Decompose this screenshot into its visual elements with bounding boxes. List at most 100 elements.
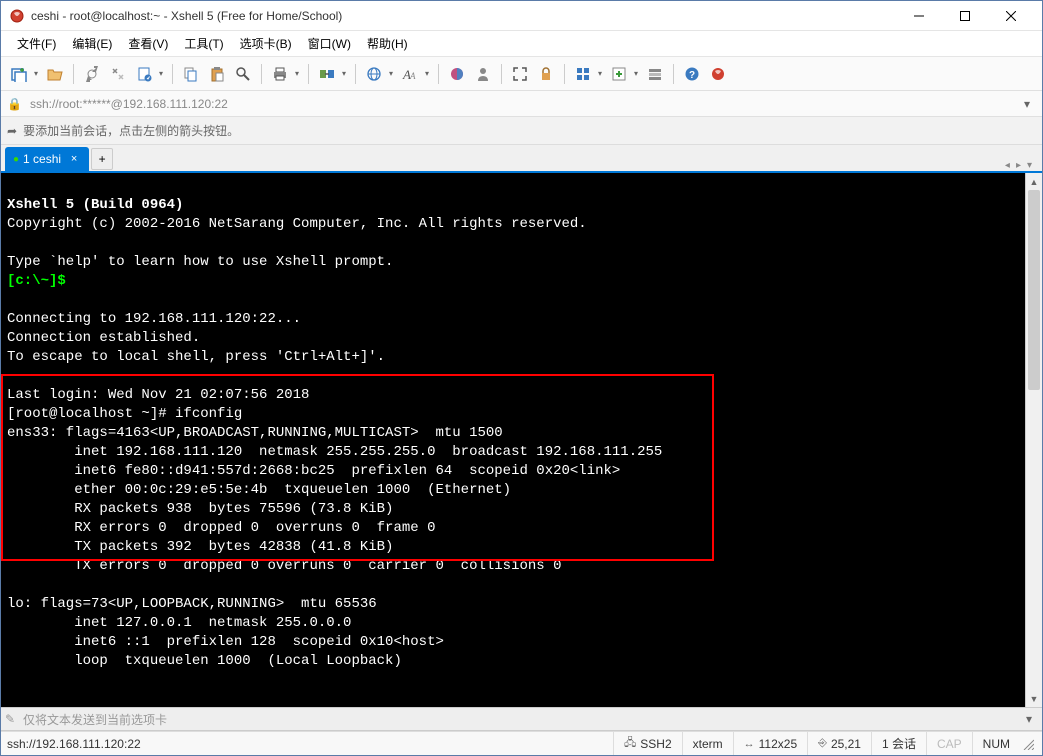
compose-icon: ✎: [5, 712, 23, 726]
terminal-prompt: [c:\~]$: [7, 273, 66, 289]
tile-icon[interactable]: [571, 62, 595, 86]
globe-dropdown-icon[interactable]: ▾: [386, 62, 396, 86]
hint-arrow-icon[interactable]: ➦: [7, 124, 17, 138]
terminal-line: TX packets 392 bytes 42838 (41.8 KiB): [7, 539, 393, 555]
close-button[interactable]: [988, 1, 1034, 31]
new-session-icon[interactable]: [7, 62, 31, 86]
terminal-line: Copyright (c) 2002-2016 NetSarang Comput…: [7, 216, 587, 232]
transfer-dropdown-icon[interactable]: ▾: [339, 62, 349, 86]
address-bar: 🔒 ssh://root:******@192.168.111.120:22 ▾: [1, 91, 1042, 117]
terminal-line: inet 127.0.0.1 netmask 255.0.0.0: [7, 615, 351, 631]
status-cursor-pos: ⎆25,21: [807, 732, 871, 755]
menu-bar: 文件(F) 编辑(E) 查看(V) 工具(T) 选项卡(B) 窗口(W) 帮助(…: [1, 31, 1042, 57]
compose-bar: ✎ 仅将文本发送到当前选项卡 ▾: [1, 707, 1042, 731]
scroll-down-icon[interactable]: ▼: [1026, 690, 1042, 707]
disconnect-icon[interactable]: [106, 62, 130, 86]
terminal-line: TX errors 0 dropped 0 overruns 0 carrier…: [7, 558, 562, 574]
tab-nav-arrows: ◂ ▸ ▾: [1005, 160, 1038, 171]
compose-input[interactable]: 仅将文本发送到当前选项卡: [23, 711, 1020, 728]
menu-window[interactable]: 窗口(W): [300, 32, 359, 55]
scroll-up-icon[interactable]: ▲: [1026, 173, 1042, 190]
tab-label: 1 ceshi: [23, 152, 61, 166]
status-size: ↔112x25: [733, 732, 807, 755]
resize-grip-icon[interactable]: [1020, 738, 1036, 750]
terminal-line: Xshell 5 (Build 0964): [7, 197, 183, 213]
menu-edit[interactable]: 编辑(E): [64, 32, 120, 55]
terminal-container: Xshell 5 (Build 0964) Copyright (c) 2002…: [1, 171, 1042, 707]
status-connection: ssh://192.168.111.120:22: [7, 737, 613, 751]
terminal-line: RX packets 938 bytes 75596 (73.8 KiB): [7, 501, 393, 517]
address-lock-icon: 🔒: [7, 97, 22, 111]
scroll-track[interactable]: [1026, 190, 1042, 690]
font-icon[interactable]: AA: [398, 62, 422, 86]
terminal-line: Connection established.: [7, 330, 200, 346]
terminal[interactable]: Xshell 5 (Build 0964) Copyright (c) 2002…: [1, 173, 1025, 707]
help-icon[interactable]: ?: [680, 62, 704, 86]
menu-tabs[interactable]: 选项卡(B): [232, 32, 300, 55]
title-bar: ceshi - root@localhost:~ - Xshell 5 (Fre…: [1, 1, 1042, 31]
maximize-button[interactable]: [942, 1, 988, 31]
tab-status-dot-icon: ●: [13, 154, 19, 165]
tab-close-icon[interactable]: ×: [67, 152, 81, 166]
fullscreen-icon[interactable]: [508, 62, 532, 86]
hint-bar: ➦ 要添加当前会话，点击左侧的箭头按钮。: [1, 117, 1042, 145]
size-icon: ↔: [744, 738, 755, 750]
svg-text:A: A: [409, 71, 416, 81]
properties-icon[interactable]: [132, 62, 156, 86]
terminal-line: RX errors 0 dropped 0 overruns 0 frame 0: [7, 520, 435, 536]
tab-next-icon[interactable]: ▸: [1016, 160, 1021, 171]
terminal-line: inet6 fe80::d941:557d:2668:bc25 prefixle…: [7, 463, 620, 479]
terminal-line: lo: flags=73<UP,LOOPBACK,RUNNING> mtu 65…: [7, 596, 377, 612]
print-icon[interactable]: [268, 62, 292, 86]
find-icon[interactable]: [231, 62, 255, 86]
scroll-thumb[interactable]: [1028, 190, 1040, 390]
lock-icon[interactable]: [534, 62, 558, 86]
add-tab-button[interactable]: +: [91, 148, 113, 170]
xshell-logo-icon[interactable]: [706, 62, 730, 86]
menu-tools[interactable]: 工具(T): [176, 32, 231, 55]
terminal-line: To escape to local shell, press 'Ctrl+Al…: [7, 349, 385, 365]
paste-icon[interactable]: [205, 62, 229, 86]
compose-dropdown-icon[interactable]: ▾: [1020, 712, 1038, 726]
script-icon[interactable]: [607, 62, 631, 86]
address-dropdown-icon[interactable]: ▾: [1018, 97, 1036, 111]
ssh-icon: 🖧: [624, 734, 636, 753]
copy-icon[interactable]: [179, 62, 203, 86]
vertical-scrollbar[interactable]: ▲ ▼: [1025, 173, 1042, 707]
status-num: NUM: [972, 732, 1020, 755]
tile-dropdown-icon[interactable]: ▾: [595, 62, 605, 86]
properties-dropdown-icon[interactable]: ▾: [156, 62, 166, 86]
minimize-button[interactable]: [896, 1, 942, 31]
color-scheme-icon[interactable]: [445, 62, 469, 86]
print-dropdown-icon[interactable]: ▾: [292, 62, 302, 86]
svg-text:?: ?: [689, 70, 695, 81]
compose-bar-icon[interactable]: [643, 62, 667, 86]
menu-help[interactable]: 帮助(H): [359, 32, 416, 55]
terminal-line: inet6 ::1 prefixlen 128 scopeid 0x10<hos…: [7, 634, 444, 650]
terminal-line: Last login: Wed Nov 21 02:07:56 2018: [7, 387, 309, 403]
user-key-icon[interactable]: [471, 62, 495, 86]
open-session-icon[interactable]: [43, 62, 67, 86]
transfer-icon[interactable]: [315, 62, 339, 86]
reconnect-icon[interactable]: [80, 62, 104, 86]
status-term: xterm: [682, 732, 733, 755]
app-icon: [9, 8, 25, 24]
hint-text: 要添加当前会话，点击左侧的箭头按钮。: [23, 122, 239, 139]
terminal-line: loop txqueuelen 1000 (Local Loopback): [7, 653, 402, 669]
status-ssh: 🖧SSH2: [613, 732, 682, 755]
terminal-line: ens33: flags=4163<UP,BROADCAST,RUNNING,M…: [7, 425, 503, 441]
cursor-icon: ⎆: [818, 737, 827, 750]
tab-prev-icon[interactable]: ◂: [1005, 160, 1010, 171]
tab-bar: ● 1 ceshi × + ◂ ▸ ▾: [1, 145, 1042, 171]
globe-icon[interactable]: [362, 62, 386, 86]
status-sessions: 1 会话: [871, 732, 926, 755]
address-text[interactable]: ssh://root:******@192.168.111.120:22: [26, 95, 1018, 113]
script-dropdown-icon[interactable]: ▾: [631, 62, 641, 86]
status-bar: ssh://192.168.111.120:22 🖧SSH2 xterm ↔11…: [1, 731, 1042, 755]
font-dropdown-icon[interactable]: ▾: [422, 62, 432, 86]
new-session-dropdown-icon[interactable]: ▾: [31, 62, 41, 86]
menu-file[interactable]: 文件(F): [9, 32, 64, 55]
session-tab[interactable]: ● 1 ceshi ×: [5, 147, 89, 171]
tab-list-icon[interactable]: ▾: [1027, 160, 1032, 171]
menu-view[interactable]: 查看(V): [120, 32, 176, 55]
